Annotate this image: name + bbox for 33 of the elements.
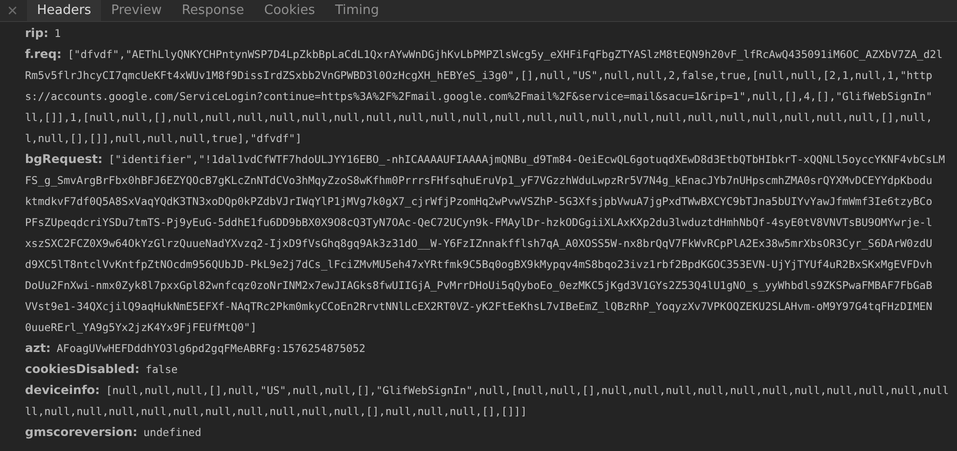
param-name: rip:	[25, 26, 48, 40]
tab[interactable]: Preview	[101, 0, 172, 21]
param-value: ll,null,null,null,null,null,null,null,null,null,null,[],null,null,null,[],[]]]	[25, 405, 527, 418]
param-value: ["dfvdf","AEThLlyQNKYCHPntynWSP7D4LpZkbBpLaCdL1QxrAYwWnDGjhKvLbPMPZlsWcg5y_eXHFiFqFbgZTYASlzM8tEQN9h20vF_lfRcAwQ435091iM6OC_AZXbV7ZA_d2l	[68, 48, 943, 61]
param-value: [null,null,null,[],null,"US",null,null,[],"GlifWebSignIn",null,[null,null,[],null,null,null,null,null,null,null,null,null,null,null	[106, 384, 949, 397]
param-value: undefined	[143, 426, 202, 439]
param-name: azt:	[25, 341, 51, 355]
tab[interactable]: Timing	[325, 0, 389, 21]
param-value: FS_g_SmvArgBrFbx0hBFJ6EZYQOcB7gKLcZnNTdCVo3hMqyZzoS8wKfhm0PrrrsFHfsqhuEruVp1_yF7VGzzhWduLwpzRr5V7N4g_kEnacJYb7nUHpscmhZMA0srQYXMvDCEYYdpKbodu	[25, 174, 932, 187]
param-value: AFoagUVwHEFDddhYO3lg6pd2gqFMeABRFg:1576254875052	[56, 342, 366, 355]
param-value: 1	[54, 27, 61, 40]
param-value: 0uueRErl_YA9g5Yx2jzK4Yx9FjFEUfMtQ0"]	[25, 321, 257, 334]
param-value: VVst9e1-34QXcjilQ9aqHukNmE5EFXf-NAqTRc2Pkm0mkyCCoEn2RrvtNNlLcEX2RT0VZ-yK2FtEeKhsL7vIBeEmZ_lQBzRhP_YoqyzXv7VPKOQZEKU2SLAHvm-oM9Y97G4tqFHzDIMEN	[25, 300, 932, 313]
tab[interactable]: Cookies	[254, 0, 326, 21]
param-value: d9XC5lT8ntclVvKntfpZtNOcdm956QUbJD-PkL9e2j7dCs_lFciZMvMU5eh47xYRtfmk9C5Bq0ogBX9kMypqv4mS8bqo23ivz1rbf2BpdKGOC353EVN-UjYjTYUf4uR2BxSKxMgEVFDvh	[25, 258, 932, 271]
param-value: Rm5v5flrJhcyCI7qmcUeKFt4xWUv1M8f9DissIrdZSxbb2VnGPWBD3l0OzHcgXH_hEBYeS_i3g0",[],null,"US",null,null,2,false,true,[null,null,[2,1,null,1,"http	[25, 69, 932, 82]
param-value: DoUu2FnXwi-nmx0Zyk8l7pxxGpl82wnfcqz0zoNrINM2x7ewJIAGks8fwUIIGjA_PvMrrDHoUi5qQyboEo_0ezMKC5jKgd3V1GYs2Z53Q4lU1gNO_s_yyWhbdls9ZKSPwaFMBAF7FbGaB	[25, 279, 932, 292]
close-icon[interactable]	[8, 6, 17, 15]
param-name: bgRequest:	[25, 152, 103, 166]
param-value: ["identifier","!1dal1vdCfWTF7hdoULJYY16EBO_-nhICAAAAUFIAAAAjmQNBu_d9Tm84-OeiEcwQL6gotuqdXEwD8d3EtbQTbHIbkrT-xQQNLl5oyccYKNF4vbCsLM	[108, 153, 945, 166]
param-value: l,null,[],[]],null,null,null,true],"dfvdf"]	[25, 132, 302, 145]
param-name: gmscoreversion:	[25, 425, 138, 439]
param-value: ll,[]],1,[null,null,[],null,null,null,null,null,null,null,null,null,null,null,null,null,null,null,null,null,null,null,null,null,null,[],null,	[25, 111, 932, 124]
param-value: ktmdkvF7df0Q5A8SxVaqYQdK3TN3xoDQp0kPZdbVJrIWqYlP1jMVg7k0gX7_cjrWfjPzomHq2wPvwVSZhP-5G3XfsjpbVwuA7jgPxdTWwBXCYC9bTJna5bUIYvYawJfmWmf3Ie6tzyBCo	[25, 195, 932, 208]
param-name: deviceinfo:	[25, 383, 100, 397]
param-name: cookiesDisabled:	[25, 362, 140, 376]
tab[interactable]: Response	[172, 0, 254, 21]
param-value: PFsZUpeqdcriYSDu7tmTS-Pj9yEuG-5ddhE1fu6DD9bBX0X9O8cQ3TyN7OAc-QeC72UCyn9k-FMAylDr-hzkODGgiiXLAxKXp2du3lwduztdHmhNbQf-4syE0tV8VNVTsBU9OMYwrje-l	[25, 216, 932, 229]
param-name: f.req:	[25, 47, 62, 61]
param-value: xszSXC2FCZ0X9w64OkYzGlrzQuueNadYXvzq2-IjxD9fVsGhq8gq9Ak3z31dO__W-Y6FzIZnnakfflsh7qA_A0XOSS5W-nx8brQqV7FkWvRCpPlA2Ex38w5mrXbsOR3Cyr_S6DArW0zdU	[25, 237, 932, 250]
param-value: false	[146, 363, 178, 376]
tab[interactable]: Headers	[27, 0, 102, 21]
param-value: s://accounts.google.com/ServiceLogin?continue=https%3A%2F%2Fmail.google.com%2Fmail%2F&service=mail&sacu=1&rip=1",null,[],4,[],"GlifWebSignIn"	[25, 90, 932, 103]
